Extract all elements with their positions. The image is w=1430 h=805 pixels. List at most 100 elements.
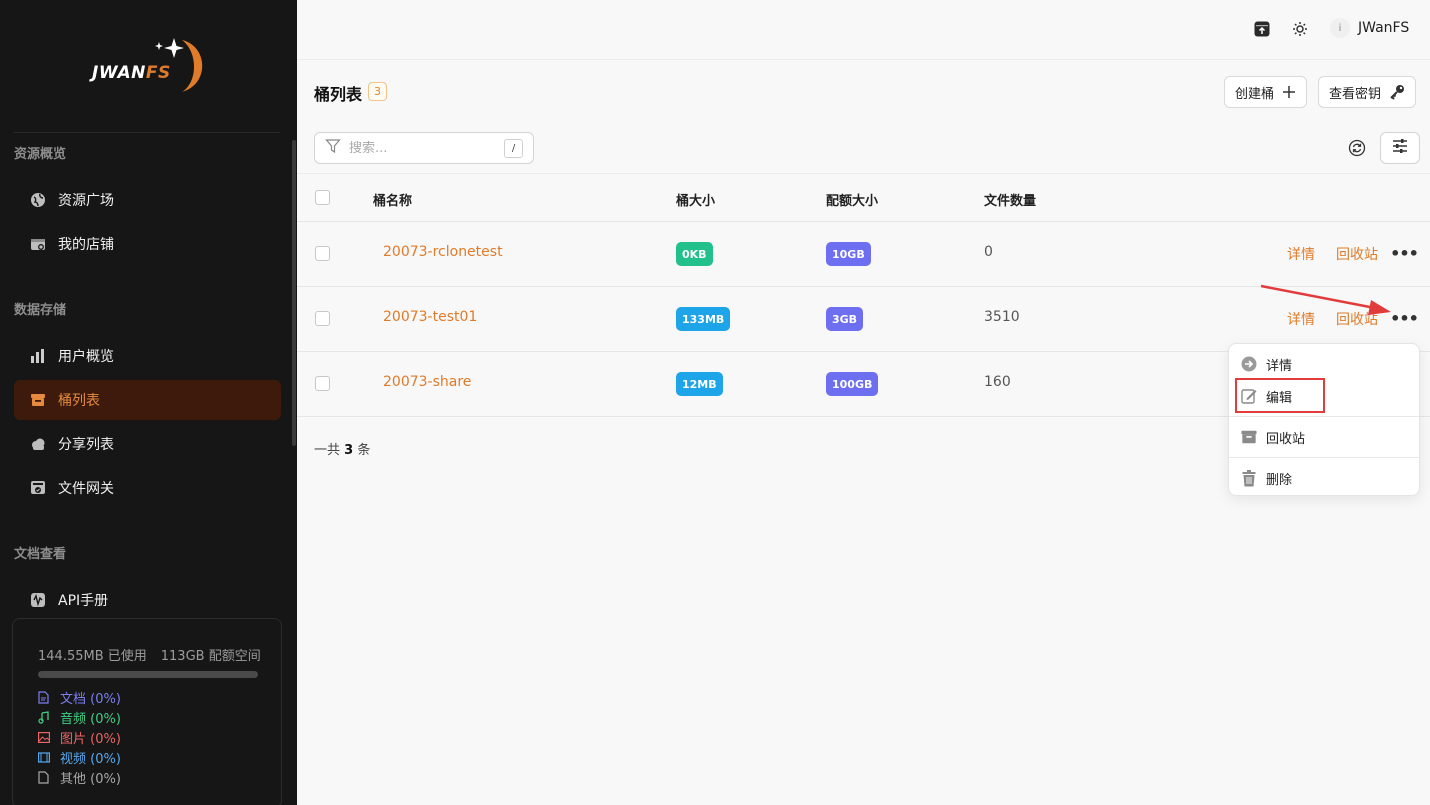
- detail-link[interactable]: 详情: [1287, 309, 1315, 329]
- detail-link[interactable]: 详情: [1287, 244, 1315, 264]
- sidebar-item-resource-plaza[interactable]: 资源广场: [14, 180, 281, 220]
- select-all-checkbox[interactable]: [315, 190, 330, 205]
- user-menu[interactable]: i JWanFS: [1330, 18, 1409, 38]
- file-count: 0: [984, 244, 993, 260]
- usage-summary: 144.55MB 已使用 113GB 配额空间: [38, 645, 261, 664]
- bucket-name-link[interactable]: 20073-share: [383, 374, 471, 390]
- sidebar-scrollbar[interactable]: [292, 140, 296, 446]
- storage-usage-panel: 144.55MB 已使用 113GB 配额空间 文档 (0%) 音频 (0%) 图…: [12, 618, 282, 805]
- arrow-circle-right-icon: [1241, 356, 1257, 372]
- column-settings-button[interactable]: [1380, 132, 1420, 164]
- more-actions-icon[interactable]: •••: [1390, 243, 1419, 263]
- menu-separator: [1229, 457, 1419, 458]
- sidebar-item-label: 资源广场: [58, 193, 114, 209]
- section-title-storage: 数据存储: [14, 303, 67, 318]
- column-header-size[interactable]: 桶大小: [676, 190, 715, 209]
- menu-separator: [1229, 416, 1419, 417]
- quota-size-badge: 3GB: [826, 307, 864, 331]
- search-box[interactable]: /: [314, 132, 534, 164]
- row-context-menu: 详情 编辑 回收站 删除: [1228, 343, 1420, 496]
- section-title-docs: 文档查看: [14, 547, 67, 562]
- create-bucket-button[interactable]: 创建桶: [1224, 76, 1308, 108]
- legend-video: 视频 (0%): [38, 748, 121, 767]
- row-checkbox[interactable]: [315, 376, 330, 391]
- used-space-text: 144.55MB 已使用: [38, 649, 147, 664]
- sidebar-divider: [14, 132, 280, 133]
- sidebar-item-api-manual[interactable]: API手册: [14, 580, 281, 620]
- plus-icon: [1282, 85, 1296, 99]
- bucket-size-badge: 0KB: [676, 242, 713, 266]
- cloud-share-icon: [30, 436, 46, 452]
- search-shortcut-hint: /: [504, 139, 523, 158]
- page-title: 桶列表: [314, 85, 363, 104]
- filter-icon: [325, 138, 341, 158]
- usage-progress-bar: [38, 671, 258, 678]
- archive-icon: [1241, 429, 1257, 445]
- sidebar-item-user-overview[interactable]: 用户概览: [14, 336, 281, 376]
- menu-item-recycle-bin[interactable]: 回收站: [1229, 421, 1419, 453]
- row-checkbox[interactable]: [315, 311, 330, 326]
- username: JWanFS: [1358, 20, 1410, 36]
- edit-highlight-box: [1235, 378, 1325, 413]
- menu-item-detail[interactable]: 详情: [1229, 348, 1419, 380]
- upload-icon[interactable]: [1253, 20, 1271, 38]
- sliders-icon: [1392, 139, 1408, 157]
- file-icon: [38, 771, 50, 784]
- api-icon: [30, 592, 46, 608]
- column-header-quota[interactable]: 配额大小: [826, 190, 878, 209]
- file-count: 160: [984, 374, 1011, 390]
- bucket-name-link[interactable]: 20073-test01: [383, 309, 477, 325]
- bar-chart-icon: [30, 348, 46, 364]
- bucket-size-badge: 12MB: [676, 372, 723, 396]
- table-row[interactable]: 20073-rclonetest 0KB 10GB 0 详情 回收站 •••: [297, 222, 1430, 287]
- column-header-files[interactable]: 文件数量: [984, 190, 1036, 209]
- sidebar-item-label: API手册: [58, 593, 109, 609]
- trash-icon: [1241, 469, 1257, 486]
- sidebar-item-label: 用户概览: [58, 349, 114, 365]
- refresh-icon[interactable]: [1347, 138, 1367, 158]
- sidebar-item-label: 分享列表: [58, 437, 114, 453]
- view-keys-button[interactable]: 查看密钥: [1318, 76, 1417, 108]
- legend-audio: 音频 (0%): [38, 708, 121, 727]
- sidebar: JWANFS 资源概览 资源广场 我的店铺 数据存储 用户概览 桶列表 分享列表: [0, 0, 297, 805]
- more-actions-icon[interactable]: •••: [1390, 308, 1419, 328]
- search-input[interactable]: [349, 140, 499, 156]
- quota-size-badge: 10GB: [826, 242, 871, 266]
- bucket-name-link[interactable]: 20073-rclonetest: [383, 244, 503, 260]
- sidebar-item-label: 我的店铺: [58, 237, 114, 253]
- store-icon: [30, 236, 46, 252]
- brand-logo[interactable]: JWANFS: [90, 36, 210, 96]
- video-icon: [38, 752, 50, 763]
- globe-icon: [30, 192, 46, 208]
- image-icon: [38, 732, 50, 743]
- main-content: i JWanFS 桶列表 3 创建桶 查看密钥 / 桶名称 桶大小 配额大小 文…: [297, 0, 1430, 805]
- table-header: 桶名称 桶大小 配额大小 文件数量: [297, 173, 1430, 222]
- gateway-icon: [30, 480, 46, 496]
- recycle-bin-link[interactable]: 回收站: [1336, 309, 1378, 329]
- sidebar-item-share-list[interactable]: 分享列表: [14, 424, 281, 464]
- sidebar-item-file-gateway[interactable]: 文件网关: [14, 468, 281, 508]
- logo-text: JWANFS: [92, 63, 171, 83]
- sidebar-item-label: 文件网关: [58, 481, 114, 497]
- legend-images: 图片 (0%): [38, 728, 121, 747]
- legend-other: 其他 (0%): [38, 768, 121, 787]
- sidebar-item-bucket-list[interactable]: 桶列表: [14, 380, 281, 420]
- column-header-name[interactable]: 桶名称: [373, 190, 412, 209]
- quota-size-badge: 100GB: [826, 372, 879, 396]
- bucket-icon: [30, 392, 46, 408]
- theme-toggle-icon[interactable]: [1291, 20, 1309, 38]
- quota-space-text: 113GB 配额空间: [160, 649, 261, 664]
- menu-item-delete[interactable]: 删除: [1229, 462, 1419, 494]
- top-bar: i JWanFS: [297, 0, 1430, 60]
- avatar: i: [1330, 18, 1350, 38]
- key-icon: [1389, 84, 1405, 100]
- sidebar-item-label: 桶列表: [58, 393, 100, 409]
- total-count-text: 一共 3 条: [314, 443, 371, 458]
- row-checkbox[interactable]: [315, 246, 330, 261]
- file-count: 3510: [984, 309, 1020, 325]
- document-icon: [38, 691, 50, 704]
- legend-documents: 文档 (0%): [38, 688, 121, 707]
- section-title-overview: 资源概览: [14, 147, 67, 162]
- recycle-bin-link[interactable]: 回收站: [1336, 244, 1378, 264]
- sidebar-item-my-store[interactable]: 我的店铺: [14, 224, 281, 264]
